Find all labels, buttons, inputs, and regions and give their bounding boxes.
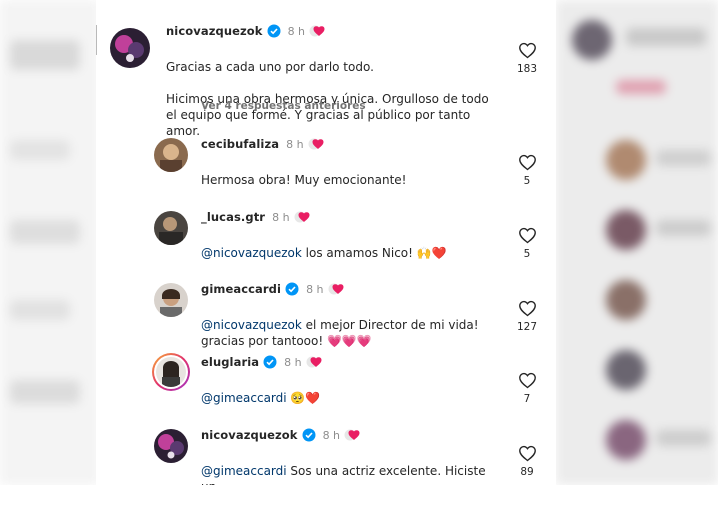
heart-outline-icon[interactable] — [518, 227, 537, 244]
creator-liked-heart-icon — [306, 356, 322, 368]
blurred-right-panel — [556, 0, 718, 485]
verified-badge-icon — [263, 355, 277, 369]
verified-badge-icon — [302, 428, 316, 442]
avatar[interactable] — [110, 28, 150, 68]
avatar[interactable] — [154, 283, 188, 317]
username[interactable]: nicovazquezok — [201, 428, 298, 442]
like-count: 5 — [523, 175, 531, 187]
mention-link[interactable]: @gimeaccardi — [201, 391, 287, 405]
timestamp: 8 h — [322, 428, 341, 442]
view-previous-replies-link[interactable]: Ver 4 respuestas anteriores — [201, 100, 366, 112]
creator-liked-heart-icon — [308, 138, 324, 150]
like-control[interactable]: 5 — [512, 154, 542, 187]
reply-text: los amamos Nico! 🙌❤️ — [301, 246, 447, 260]
like-count: 183 — [516, 63, 538, 75]
heart-outline-icon[interactable] — [518, 154, 537, 171]
reply-item: nicovazquezok 8 h @gimeaccardi Sos una a… — [96, 426, 556, 485]
reply-item: gimeaccardi 8 h @nicovazquezok el mejor … — [96, 280, 556, 352]
username[interactable]: eluglaria — [201, 355, 259, 369]
timestamp: 8 h — [287, 24, 306, 38]
bottom-margin — [0, 485, 718, 505]
verified-badge-icon — [285, 282, 299, 296]
username[interactable]: nicovazquezok — [166, 24, 263, 38]
timestamp: 8 h — [286, 137, 304, 151]
reply-text: Hermosa obra! Muy emocionante! — [201, 173, 407, 187]
like-count: 7 — [523, 393, 531, 405]
heart-outline-icon[interactable] — [518, 300, 537, 317]
username[interactable]: cecibufaliza — [201, 137, 279, 151]
creator-liked-heart-icon — [344, 429, 360, 441]
blurred-left-panel — [0, 0, 100, 485]
reply-text: 🥺❤️ — [286, 391, 321, 405]
reply-item: _lucas.gtr 8 h @nicovazquezok los amamos… — [96, 208, 556, 268]
timestamp: 8 h — [284, 355, 302, 369]
username[interactable]: gimeaccardi — [201, 282, 281, 296]
username[interactable]: _lucas.gtr — [201, 210, 265, 224]
timestamp: 8 h — [272, 210, 290, 224]
like-control[interactable]: 7 — [512, 372, 542, 405]
mention-link[interactable]: @nicovazquezok — [201, 318, 302, 332]
reply-item: cecibufaliza 8 h Hermosa obra! Muy emoci… — [96, 135, 556, 195]
mention-link[interactable]: @nicovazquezok — [201, 246, 302, 260]
comments-panel: nicovazquezok 8 h Gracias a cada uno por… — [96, 0, 556, 485]
avatar[interactable] — [156, 357, 186, 387]
avatar[interactable] — [154, 429, 188, 463]
creator-liked-heart-icon — [309, 25, 325, 37]
avatar[interactable] — [154, 138, 188, 172]
verified-badge-icon — [267, 24, 281, 38]
like-control[interactable]: 5 — [512, 227, 542, 260]
like-count: 127 — [516, 321, 538, 333]
comment-text-line1: Gracias a cada uno por darlo todo. — [166, 60, 374, 74]
comment-text-line2: Hicimos una obra hermosa y única. Orgull… — [166, 92, 489, 138]
like-count: 89 — [520, 466, 534, 478]
avatar[interactable] — [154, 211, 188, 245]
like-control[interactable]: 89 — [512, 445, 542, 478]
like-control[interactable]: 183 — [512, 42, 542, 75]
heart-outline-icon[interactable] — [518, 372, 537, 389]
timestamp: 8 h — [306, 282, 324, 296]
heart-outline-icon[interactable] — [518, 445, 537, 462]
heart-outline-icon[interactable] — [518, 42, 537, 59]
like-count: 5 — [523, 248, 531, 260]
mention-link[interactable]: @gimeaccardi — [201, 464, 287, 478]
creator-liked-heart-icon — [328, 283, 344, 295]
like-control[interactable]: 127 — [512, 300, 542, 333]
reply-item: eluglaria 8 h @gimeaccardi 🥺❤️ 7 — [96, 353, 556, 413]
creator-liked-heart-icon — [294, 211, 310, 223]
